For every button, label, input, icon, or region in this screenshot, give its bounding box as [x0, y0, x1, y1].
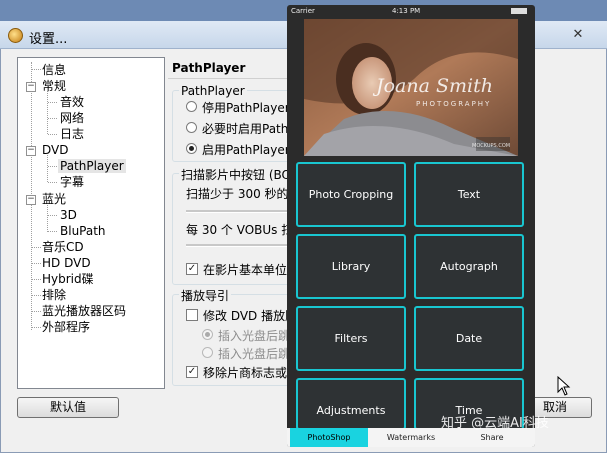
tree-line [32, 247, 41, 248]
tree-item-pathplayer[interactable]: PathPlayer [58, 159, 126, 173]
tree-line [32, 327, 41, 328]
tree-item-music-cd[interactable]: 音乐CD [42, 240, 84, 254]
radio-insert-skip-2 [202, 347, 213, 358]
tree-line [48, 102, 57, 103]
radio-disable[interactable] [186, 101, 197, 112]
collapse-icon[interactable]: − [26, 195, 36, 205]
portrait-photo: Joana Smith PHOTOGRAPHY MOCKUPS.COM [304, 19, 518, 156]
tree-line [48, 166, 57, 167]
playback-group-label: 播放导引 [179, 287, 232, 304]
tile-photo-cropping-label: Photo Cropping [308, 188, 394, 201]
close-icon[interactable]: ✕ [566, 26, 590, 44]
settings-tree[interactable]: − − − 信息 常规 音效 网络 日志 DVD PathPlayer 字幕 蓝… [17, 57, 165, 389]
radio-enable-label: 启用PathPlayer [202, 143, 290, 157]
checkbox-modify-dvd-label: 修改 DVD 播放顺 [203, 309, 298, 323]
tree-item-dvd[interactable]: DVD [42, 143, 68, 157]
tile-text[interactable]: Text [414, 162, 524, 227]
radio-disable-label: 停用PathPlayer [202, 101, 290, 115]
tree-item-bluray[interactable]: 蓝光 [42, 192, 66, 206]
tile-filters-label: Filters [334, 332, 368, 345]
checkbox-remove-logo[interactable]: ✓ [186, 366, 198, 378]
tile-library[interactable]: Library [296, 234, 406, 299]
tree-item-subtitle[interactable]: 字幕 [60, 175, 84, 189]
tile-text-label: Text [457, 188, 481, 201]
mouse-cursor-icon [557, 376, 571, 396]
tile-autograph-label: Autograph [440, 260, 498, 273]
tile-photo-cropping[interactable]: Photo Cropping [296, 162, 406, 227]
zhihu-watermark: 知乎 @云端AI科技 [441, 416, 549, 431]
radio-enable[interactable] [186, 143, 197, 154]
checkbox-base-unit[interactable]: ✓ [186, 263, 198, 275]
tree-line [48, 215, 57, 216]
status-bar: Carrier 4:13 PM [287, 5, 535, 18]
collapse-icon[interactable]: − [26, 146, 36, 156]
battery-icon [511, 8, 527, 14]
collapse-icon[interactable]: − [26, 82, 36, 92]
divider [168, 78, 288, 79]
tree-line [32, 311, 41, 312]
tile-library-label: Library [331, 260, 371, 273]
tree-line [32, 295, 41, 296]
tree-item-audio[interactable]: 音效 [60, 95, 84, 109]
tree-item-network[interactable]: 网络 [60, 111, 84, 125]
tile-adjustments[interactable]: Adjustments [296, 378, 406, 430]
tree-line [47, 155, 48, 182]
scan-duration-text: 扫描少于 300 秒的标 [186, 187, 301, 201]
tree-item-general[interactable]: 常规 [42, 79, 66, 93]
tree-line [48, 182, 57, 183]
window-title: 设置... [29, 32, 68, 47]
radio-when-needed-label: 必要时启用PathP [202, 122, 296, 136]
tab-watermarks[interactable]: Watermarks [371, 428, 451, 447]
photo-script-text: Joana Smith [376, 75, 493, 97]
tree-item-external[interactable]: 外部程序 [42, 320, 90, 334]
tree-line [48, 231, 57, 232]
tile-filters[interactable]: Filters [296, 306, 406, 371]
scan-group-label: 扫描影片中按钮 (BO [179, 166, 293, 183]
tree-item-info[interactable]: 信息 [42, 63, 66, 77]
tile-date[interactable]: Date [414, 306, 524, 371]
radio-insert-skip-2-label: 插入光盘后跳 [218, 347, 291, 361]
carrier-label: Carrier [291, 7, 315, 15]
scan-duration-slider[interactable] [186, 210, 289, 213]
section-title: PathPlayer [172, 61, 246, 75]
pathplayer-group-label: PathPlayer [179, 84, 247, 98]
tab-photoshop[interactable]: PhotoShop [290, 428, 368, 447]
phone-app-overlay: Carrier 4:13 PM Joana Smith PHOTOGRAPHY … [287, 5, 535, 447]
radio-when-needed[interactable] [186, 122, 197, 133]
tree-item-exclude[interactable]: 排除 [42, 288, 66, 302]
tree-item-log[interactable]: 日志 [60, 127, 84, 141]
tile-adjustments-label: Adjustments [316, 404, 386, 417]
tree-line [47, 205, 48, 232]
photo-url-text: MOCKUPS.COM [472, 143, 511, 149]
tree-line [48, 118, 57, 119]
tree-line [47, 91, 48, 134]
tile-autograph[interactable]: Autograph [414, 234, 524, 299]
app-disc-icon [8, 28, 23, 43]
radio-insert-skip-1-label: 插入光盘后跳 [218, 329, 291, 343]
tree-item-region-code[interactable]: 蓝光播放器区码 [42, 304, 126, 318]
tree-line [32, 263, 41, 264]
checkbox-remove-logo-label: 移除片商标志或 [203, 366, 288, 380]
tree-line [48, 134, 57, 135]
vobu-slider[interactable] [186, 244, 289, 247]
photo-sub-text: PHOTOGRAPHY [416, 100, 492, 108]
radio-insert-skip-1 [202, 329, 213, 340]
tile-date-label: Date [455, 332, 483, 345]
tree-item-3d[interactable]: 3D [60, 208, 77, 222]
tree-item-blupath[interactable]: BluPath [60, 224, 106, 238]
checkbox-modify-dvd[interactable] [186, 309, 198, 321]
default-button[interactable]: 默认值 [17, 397, 119, 418]
checkbox-base-unit-label: 在影片基本单位 [203, 263, 288, 277]
tree-item-hd-dvd[interactable]: HD DVD [42, 256, 91, 270]
tree-item-hybrid[interactable]: Hybrid碟 [42, 272, 94, 286]
tree-line [32, 69, 41, 70]
status-time: 4:13 PM [392, 7, 421, 15]
tree-line [32, 279, 41, 280]
